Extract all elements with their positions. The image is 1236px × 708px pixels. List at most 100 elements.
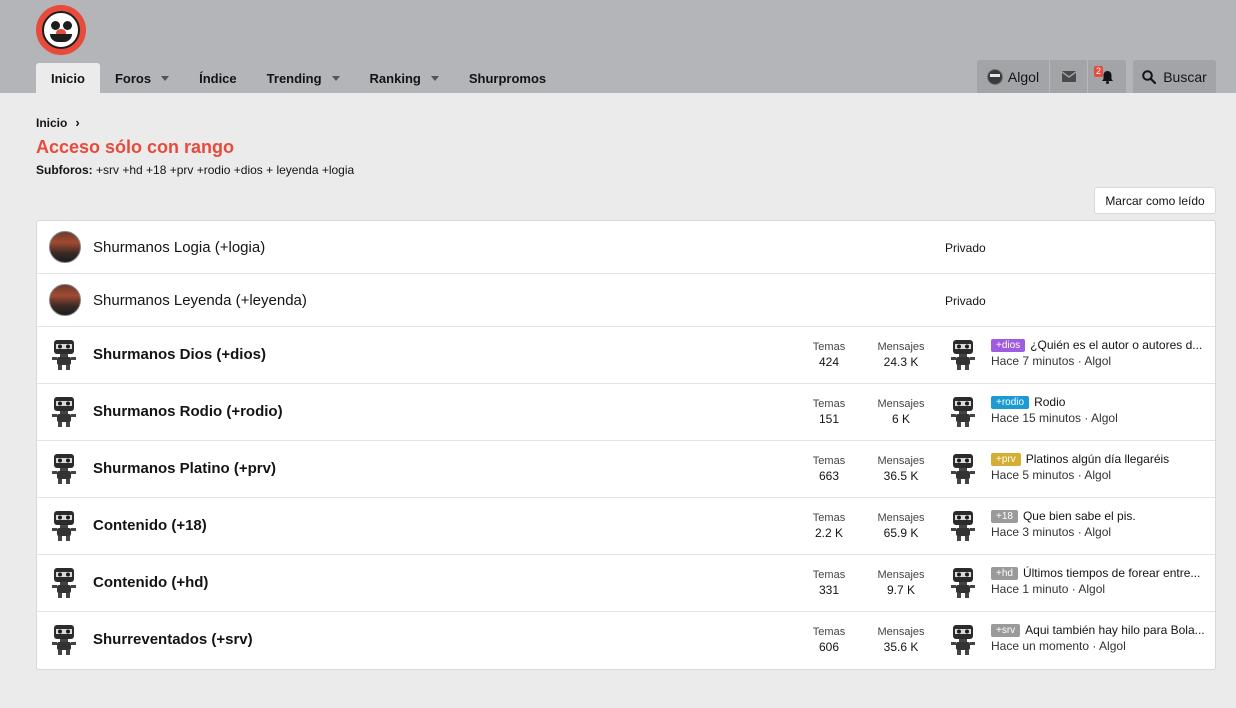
robot-forum-icon [52, 340, 76, 370]
forum-row: Shurmanos Platino (+prv) Temas 663 Mensajes… [37, 441, 1215, 498]
last-post-title-link[interactable]: ¿Quién es el autor o autores d... [1030, 338, 1202, 352]
forum-title-link[interactable]: Shurmanos Rodio (+rodio) [93, 403, 283, 420]
forum-title-link[interactable]: Contenido (+hd) [93, 574, 208, 591]
robot-avatar-icon [951, 340, 975, 370]
nav-tab-ranking[interactable]: Ranking [355, 63, 454, 93]
logo-face-icon [42, 11, 80, 49]
stat-mensajes: Mensajes 9.7 K [871, 569, 931, 597]
stat-label: Temas [812, 569, 846, 581]
forum-title-link[interactable]: Shurreventados (+srv) [93, 631, 253, 648]
robot-avatar-icon [951, 397, 975, 427]
stat-label: Mensajes [877, 455, 925, 467]
stat-value: 35.6 K [883, 640, 919, 654]
forum-title-link[interactable]: Shurmanos Platino (+prv) [93, 460, 276, 477]
subforos-list: +srv +hd +18 +prv +rodio +dios + leyenda… [96, 163, 355, 177]
last-post-meta[interactable]: Hace 1 minuto · Algol [991, 582, 1209, 596]
stat-label: Temas [812, 626, 846, 638]
mark-read-button[interactable]: Marcar como leído [1094, 187, 1216, 214]
stat-label: Temas [812, 455, 846, 467]
prefix-badge: +rodio [991, 395, 1030, 409]
caret-down-icon[interactable] [430, 75, 439, 81]
forum-icon [49, 567, 81, 599]
stat-temas: Temas 331 [799, 569, 859, 597]
nav-tab-label: Inicio [51, 70, 85, 86]
inbox-button[interactable] [1050, 60, 1088, 93]
stat-temas: Temas 606 [799, 626, 859, 654]
forum-icon [49, 510, 81, 542]
last-post-meta[interactable]: Hace 7 minutos · Algol [991, 354, 1209, 368]
stat-value: 663 [818, 469, 840, 483]
last-post: +hd Últimos tiempos de forear entre... Hac… [991, 566, 1209, 596]
last-post-line: +hd Últimos tiempos de forear entre... [991, 566, 1209, 580]
breadcrumb-home-link[interactable]: Inicio [36, 116, 67, 130]
nav-tab-inicio[interactable]: Inicio [36, 63, 100, 93]
last-post-title-link[interactable]: Que bien sabe el pis. [1023, 509, 1136, 523]
stat-mensajes: Mensajes 24.3 K [871, 341, 931, 369]
forum-list: Shurmanos Logia (+logia) Privado Shurmanos… [36, 220, 1216, 670]
robot-avatar-icon [951, 625, 975, 655]
forum-icon [49, 284, 81, 316]
main-nav: Inicio Foros Índice Trending Ranking Shurprom… [36, 63, 561, 93]
nav-tab-label: Shurpromos [468, 70, 547, 86]
last-post-title-link[interactable]: Aqui también hay hilo para Bola... [1025, 623, 1204, 637]
nav-tab-label: Foros [114, 70, 152, 86]
nav-tab-label: Trending [266, 70, 322, 86]
nav-tab-índice[interactable]: Índice [184, 63, 252, 93]
subforos-line: Subforos: +srv +hd +18 +prv +rodio +dios… [36, 163, 354, 177]
stat-temas: Temas 424 [799, 341, 859, 369]
alerts-button[interactable]: 2 [1088, 60, 1126, 93]
forum-icon [49, 231, 81, 263]
last-poster-avatar[interactable] [948, 510, 978, 542]
robot-avatar-icon [951, 568, 975, 598]
last-post: +srv Aqui también hay hilo para Bola... Ha… [991, 623, 1209, 653]
last-post-line: +srv Aqui también hay hilo para Bola... [991, 623, 1209, 637]
search-button[interactable]: Buscar [1133, 60, 1216, 93]
forum-icon [49, 453, 81, 485]
last-poster-avatar[interactable] [948, 567, 978, 599]
robot-avatar-icon [951, 511, 975, 541]
last-post-meta[interactable]: Hace 3 minutos · Algol [991, 525, 1209, 539]
username: Algol [1007, 68, 1040, 85]
last-post-title-link[interactable]: Últimos tiempos de forear entre... [1023, 566, 1200, 580]
last-post-meta[interactable]: Hace 5 minutos · Algol [991, 468, 1209, 482]
account-button[interactable]: Algol [977, 60, 1050, 93]
search-label: Buscar [1163, 68, 1207, 85]
stat-label: Temas [812, 398, 846, 410]
forum-avatar-icon [49, 231, 81, 263]
forum-title-link[interactable]: Contenido (+18) [93, 517, 207, 534]
caret-down-icon[interactable] [331, 75, 340, 81]
last-post-meta[interactable]: Hace un momento · Algol [991, 639, 1209, 653]
forum-title-link[interactable]: Shurmanos Logia (+logia) [93, 239, 265, 256]
last-post-line: +dios ¿Quién es el autor o autores d... [991, 338, 1209, 352]
last-poster-avatar[interactable] [948, 624, 978, 656]
user-toolbar: Algol 2 [977, 60, 1126, 93]
last-poster-avatar[interactable] [948, 396, 978, 428]
forum-title-link[interactable]: Shurmanos Leyenda (+leyenda) [93, 292, 307, 309]
nav-tab-foros[interactable]: Foros [100, 63, 184, 93]
robot-forum-icon [52, 454, 76, 484]
stat-temas: Temas 2.2 K [799, 512, 859, 540]
site-logo[interactable] [36, 5, 86, 55]
last-post: +prv Platinos algún día llegaréis Hace 5 m… [991, 452, 1209, 482]
forum-row-private: Shurmanos Logia (+logia) Privado [37, 221, 1215, 274]
last-post-meta[interactable]: Hace 15 minutos · Algol [991, 411, 1209, 425]
forum-row: Shurreventados (+srv) Temas 606 Mensajes 35.… [37, 612, 1215, 669]
page-title: Acceso sólo con rango [36, 137, 235, 157]
last-poster-avatar[interactable] [948, 453, 978, 485]
envelope-icon [1061, 71, 1076, 82]
stat-label: Mensajes [877, 398, 925, 410]
nav-tab-label: Ranking [369, 70, 421, 86]
nav-tab-shurpromos[interactable]: Shurpromos [454, 63, 561, 93]
last-post-title-link[interactable]: Rodio [1034, 395, 1065, 409]
stat-mensajes: Mensajes 6 K [871, 398, 931, 426]
subforos-label: Subforos: [36, 163, 93, 177]
nav-tab-trending[interactable]: Trending [252, 63, 355, 93]
caret-down-icon[interactable] [161, 75, 170, 81]
forum-title-link[interactable]: Shurmanos Dios (+dios) [93, 346, 266, 363]
last-post-title-link[interactable]: Platinos algún día llegaréis [1026, 452, 1169, 466]
last-poster-avatar[interactable] [948, 339, 978, 371]
stat-value: 424 [818, 355, 840, 369]
stat-value: 606 [818, 640, 840, 654]
forum-row: Shurmanos Rodio (+rodio) Temas 151 Mensajes… [37, 384, 1215, 441]
stat-temas: Temas 151 [799, 398, 859, 426]
